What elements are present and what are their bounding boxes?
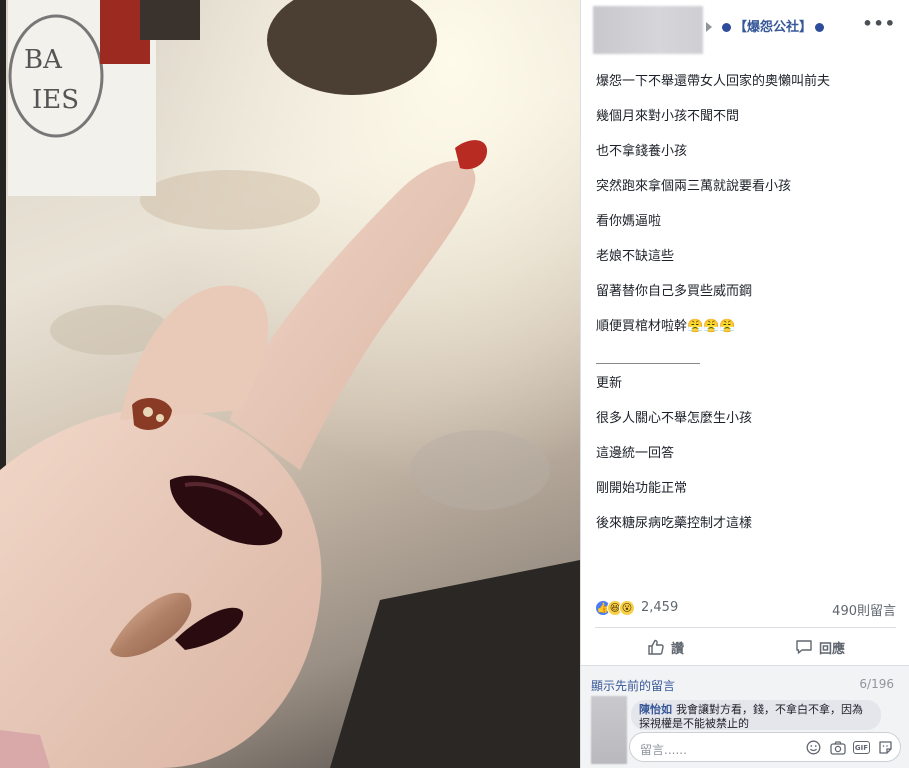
post-panel: 【爆怨公社】 ••• 爆怨一下不舉還帶女人回家的奧懶叫前夫 幾個月來對小孩不聞不… — [580, 0, 909, 768]
arrow-right-icon — [706, 22, 712, 32]
post-line: 留著替你自己多買些威而鋼 — [596, 284, 753, 299]
post-text: 爆怨一下不舉還帶女人回家的奧懶叫前夫 幾個月來對小孩不聞不問 也不拿錢養小孩 突… — [596, 72, 896, 549]
show-previous-comments-link[interactable]: 顯示先前的留言 — [591, 677, 675, 694]
post-line: 老娘不缺這些 — [596, 249, 675, 264]
update-line: 很多人關心不舉怎麼生小孩 — [596, 411, 753, 426]
group-dot-icon — [815, 23, 825, 32]
update-line: 後來糖尿病吃藥控制才這樣 — [596, 516, 753, 531]
comment-text: 我會讓對方看，錢，不拿白不拿，因為探視權是不能被禁止的 — [639, 703, 863, 730]
post-line: 看你媽逼啦 — [596, 214, 662, 229]
comment-count[interactable]: 490則留言 — [832, 600, 896, 619]
more-options-icon[interactable]: ••• — [862, 14, 896, 33]
post-line: 幾個月來對小孩不聞不問 — [596, 109, 740, 124]
post-line: 爆怨一下不舉還帶女人回家的奧懶叫前夫 — [596, 74, 831, 89]
comment-input-tools: GIF — [798, 739, 894, 756]
comment-button[interactable]: 回應 — [795, 628, 845, 666]
comment-input-placeholder: 留言...... — [640, 743, 687, 757]
camera-icon[interactable] — [829, 739, 846, 756]
reaction-stats: 👍 😆 😮 2,459 490則留言 — [595, 598, 896, 619]
post-line: 順便買棺材啦幹😤😤😤 — [596, 319, 736, 334]
author-avatar-blurred[interactable] — [593, 6, 703, 54]
update-line: 這邊統一回答 — [596, 446, 675, 461]
svg-text:BA: BA — [24, 45, 63, 75]
group-name-link[interactable]: 【爆怨公社】 — [719, 16, 827, 35]
reaction-count[interactable]: 2,459 — [641, 600, 678, 615]
wow-icon: 😮 — [619, 600, 635, 616]
group-dot-icon — [722, 23, 731, 32]
update-heading: 更新 — [596, 376, 623, 391]
post-photo[interactable]: BA IES — [0, 0, 580, 768]
like-label: 讚 — [671, 641, 685, 657]
svg-text:IES: IES — [32, 85, 79, 115]
update-line: 剛開始功能正常 — [596, 481, 688, 496]
comments-section: 顯示先前的留言 6/196 陳怡如 我會讓對方看，錢，不拿白不拿，因為探視權是不能… — [581, 665, 909, 768]
text-divider: ＿＿＿＿＿＿＿＿ — [596, 351, 701, 366]
comment-bubble-icon — [796, 640, 812, 654]
comment-page-count: 6/196 — [859, 677, 894, 691]
sticker-icon[interactable] — [877, 739, 894, 756]
emoji-icon[interactable] — [805, 739, 822, 756]
action-bar: 讚 回應 — [595, 627, 896, 665]
photo-illustration: BA IES — [0, 0, 580, 768]
thumbs-up-icon — [648, 639, 664, 655]
comment-bubble: 陳怡如 我會讓對方看，錢，不拿白不拿，因為探視權是不能被禁止的 — [631, 700, 881, 730]
comment-author-link[interactable]: 陳怡如 — [639, 703, 672, 716]
group-name-text: 【爆怨公社】 — [734, 20, 813, 35]
comment-label: 回應 — [819, 641, 846, 657]
post-line: 也不拿錢養小孩 — [596, 144, 688, 159]
post-header: 【爆怨公社】 ••• — [581, 0, 909, 58]
comment-input[interactable]: 留言...... GIF — [629, 732, 901, 762]
gif-icon[interactable]: GIF — [853, 741, 870, 754]
post-line: 突然跑來拿個兩三萬就說要看小孩 — [596, 179, 792, 194]
commenter-avatar-blurred[interactable] — [591, 696, 627, 764]
like-button[interactable]: 讚 — [647, 628, 684, 666]
